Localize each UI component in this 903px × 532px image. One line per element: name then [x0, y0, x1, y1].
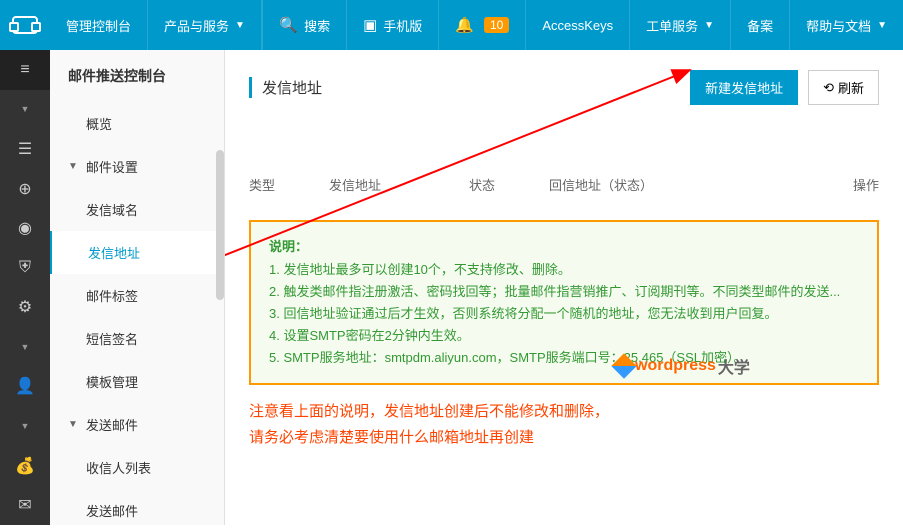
nav-accesskeys[interactable]: AccessKeys [526, 0, 629, 50]
rail-mail-icon[interactable]: ✉ [0, 485, 50, 525]
rail-caret-icon[interactable]: ▼ [0, 327, 50, 367]
search-icon: 🔍 [279, 16, 298, 34]
sidebar-item-domain[interactable]: 发信域名 [50, 188, 224, 231]
sidebar: 邮件推送控制台 概览 ▼邮件设置 发信域名 发信地址 邮件标签 短信签名 模板管… [50, 50, 225, 525]
caret-down-icon: ▼ [877, 20, 887, 31]
notice-item: 4. 设置SMTP密码在2分钟内生效。 [269, 325, 859, 347]
notice-item: 2. 触发类邮件指注册激活、密码找回等；批量邮件指营销推广、订阅期刊等。不同类型… [269, 281, 859, 303]
caret-down-icon: ▼ [235, 20, 245, 31]
refresh-icon: ⟲ [823, 80, 834, 96]
notice-box: 说明： 1. 发信地址最多可以创建10个，不支持修改、删除。 2. 触发类邮件指… [249, 220, 879, 385]
brand-logo[interactable] [0, 0, 50, 50]
page-title: 发信地址 [249, 77, 322, 98]
scrollbar[interactable] [216, 150, 224, 300]
nav-help[interactable]: 帮助与文档▼ [790, 0, 903, 50]
col-status: 状态 [469, 175, 549, 194]
bell-icon: 🔔 [455, 16, 474, 34]
nav-tickets[interactable]: 工单服务▼ [630, 0, 730, 50]
sidebar-item-overview[interactable]: 概览 [50, 102, 224, 145]
sidebar-item-recipients[interactable]: 收信人列表 [50, 446, 224, 489]
sidebar-group-mail-settings[interactable]: ▼邮件设置 [50, 145, 224, 188]
sidebar-title: 邮件推送控制台 [50, 50, 224, 102]
rail-servers-icon[interactable]: ☰ [0, 129, 50, 169]
rail-menu-icon[interactable]: ≡ [0, 50, 50, 90]
col-type: 类型 [249, 175, 329, 194]
watermark-logo-icon [611, 353, 636, 378]
sidebar-item-templates[interactable]: 模板管理 [50, 360, 224, 403]
notice-item: 1. 发信地址最多可以创建10个，不支持修改、删除。 [269, 259, 859, 281]
nav-beian[interactable]: 备案 [731, 0, 789, 50]
notification-badge: 10 [484, 17, 509, 33]
notice-item: 3. 回信地址验证通过后才生效，否则系统将分配一个随机的地址，您无法收到用户回复… [269, 303, 859, 325]
refresh-button[interactable]: ⟲刷新 [808, 70, 879, 105]
rail-caret-icon[interactable]: ▼ [0, 90, 50, 130]
nav-mobile[interactable]: ▣手机版 [347, 0, 438, 50]
rail-user-icon[interactable]: 👤 [0, 367, 50, 407]
rail-gear-icon[interactable]: ⚙ [0, 287, 50, 327]
sidebar-item-sms-sign[interactable]: 短信签名 [50, 317, 224, 360]
main-content: 发信地址 新建发信地址 ⟲刷新 类型 发信地址 状态 回信地址（状态） 操作 说… [225, 50, 903, 525]
nav-products[interactable]: 产品与服务▼ [148, 0, 261, 50]
sidebar-item-sender-address[interactable]: 发信地址 [50, 231, 224, 274]
nav-search[interactable]: 🔍搜索 [263, 0, 346, 50]
col-action: 操作 [829, 175, 879, 194]
mobile-icon: ▣ [363, 16, 377, 34]
watermark: wordpress大学 [615, 354, 750, 378]
rail-dns-icon[interactable]: ◉ [0, 208, 50, 248]
notice-item: 5. SMTP服务地址：smtpdm.aliyun.com，SMTP服务端口号：… [269, 347, 859, 369]
caret-down-icon: ▼ [704, 20, 714, 31]
warning-annotation: 注意看上面的说明，发信地址创建后不能修改和删除， 请务必考虑清楚要使用什么邮箱地… [249, 399, 879, 450]
sidebar-item-tags[interactable]: 邮件标签 [50, 274, 224, 317]
top-navbar: 管理控制台 产品与服务▼ 🔍搜索 ▣手机版 🔔 10 AccessKeys 工单服… [0, 0, 903, 50]
chevron-down-icon: ▼ [68, 419, 78, 430]
chevron-down-icon: ▼ [68, 161, 78, 172]
notice-list: 1. 发信地址最多可以创建10个，不支持修改、删除。 2. 触发类邮件指注册激活… [269, 259, 859, 369]
sidebar-group-send-mail[interactable]: ▼发送邮件 [50, 403, 224, 446]
rail-shield-icon[interactable]: ⛨ [0, 248, 50, 288]
nav-notifications[interactable]: 🔔 10 [439, 0, 525, 50]
rail-globe-icon[interactable]: ⊕ [0, 169, 50, 209]
notice-title: 说明： [269, 236, 859, 255]
rail-caret-icon[interactable]: ▼ [0, 406, 50, 446]
new-sender-button[interactable]: 新建发信地址 [690, 70, 798, 105]
table-header-row: 类型 发信地址 状态 回信地址（状态） 操作 [249, 135, 879, 208]
icon-rail: ≡ ▼ ☰ ⊕ ◉ ⛨ ⚙ ▼ 👤 ▼ 💰 ✉ [0, 50, 50, 525]
col-address: 发信地址 [329, 175, 469, 194]
sidebar-item-send[interactable]: 发送邮件 [50, 489, 224, 532]
rail-wallet-icon[interactable]: 💰 [0, 446, 50, 486]
nav-console[interactable]: 管理控制台 [50, 0, 147, 50]
col-reply: 回信地址（状态） [549, 175, 829, 194]
